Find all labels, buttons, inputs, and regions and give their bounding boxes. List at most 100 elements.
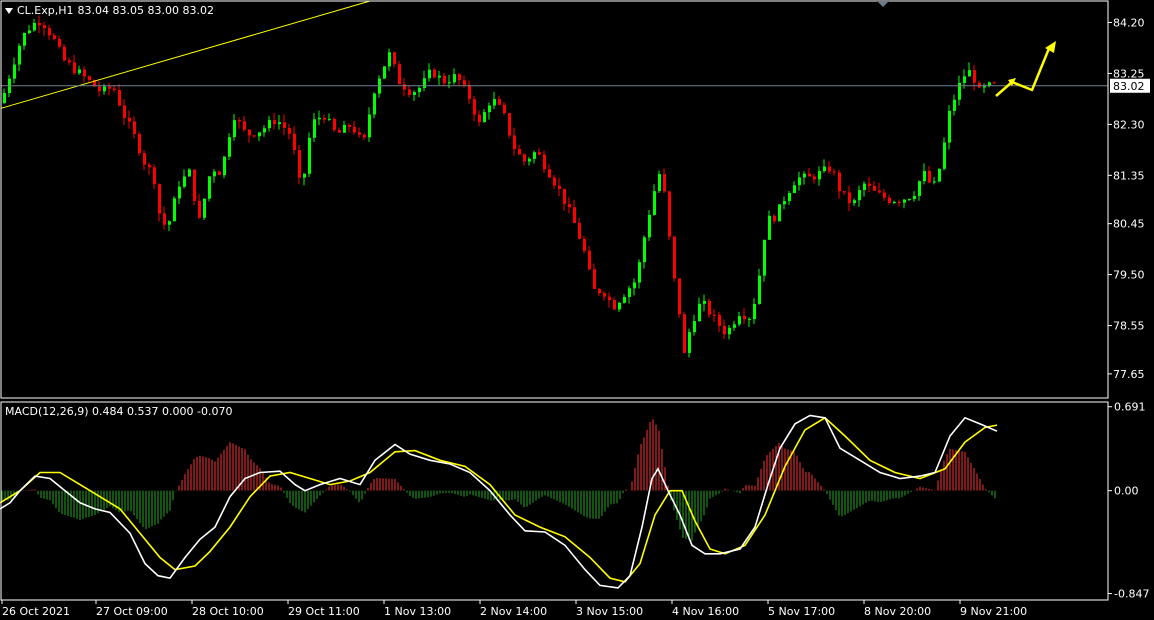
dropdown-triangle-icon[interactable] (5, 8, 13, 14)
candle-body[interactable] (103, 86, 106, 92)
candle-body[interactable] (823, 166, 826, 172)
candle-body[interactable] (803, 173, 806, 178)
candle-body[interactable] (28, 30, 31, 34)
candle-body[interactable] (403, 84, 406, 90)
candle-body[interactable] (223, 156, 226, 176)
candle-body[interactable] (718, 314, 721, 326)
candle-body[interactable] (463, 80, 466, 85)
candle-body[interactable] (33, 22, 36, 31)
candle-body[interactable] (518, 148, 521, 155)
candle-body[interactable] (163, 213, 166, 225)
candle-body[interactable] (413, 92, 416, 95)
candle-body[interactable] (208, 176, 211, 199)
candle-body[interactable] (258, 132, 261, 137)
candle-body[interactable] (118, 89, 121, 106)
candle-body[interactable] (668, 191, 671, 237)
candle-body[interactable] (883, 192, 886, 198)
candle-body[interactable] (493, 99, 496, 106)
candle-body[interactable] (273, 120, 276, 125)
candle-body[interactable] (298, 150, 301, 178)
candle-body[interactable] (783, 201, 786, 205)
candle-body[interactable] (798, 177, 801, 186)
candle-body[interactable] (543, 154, 546, 170)
candle-body[interactable] (768, 215, 771, 240)
candle-body[interactable] (308, 137, 311, 174)
candle-body[interactable] (673, 236, 676, 279)
candle-body[interactable] (83, 69, 86, 77)
candle-body[interactable] (453, 74, 456, 83)
candle-body[interactable] (683, 314, 686, 353)
candle-body[interactable] (428, 69, 431, 79)
candle-body[interactable] (363, 134, 366, 138)
candle-body[interactable] (408, 89, 411, 95)
candle-body[interactable] (878, 190, 881, 193)
candle-body[interactable] (528, 158, 531, 162)
candle-body[interactable] (348, 124, 351, 127)
candle-body[interactable] (833, 171, 836, 173)
candle-body[interactable] (128, 117, 131, 122)
candle-body[interactable] (503, 104, 506, 114)
candle-body[interactable] (923, 170, 926, 182)
candle-body[interactable] (468, 84, 471, 100)
candle-body[interactable] (3, 92, 6, 103)
candle-body[interactable] (338, 130, 341, 133)
candle-body[interactable] (578, 222, 581, 239)
candle-body[interactable] (708, 300, 711, 315)
candle-body[interactable] (513, 135, 516, 149)
candle-body[interactable] (763, 239, 766, 276)
candle-body[interactable] (873, 185, 876, 191)
candle-body[interactable] (933, 181, 936, 183)
candle-body[interactable] (53, 35, 56, 40)
candle-body[interactable] (68, 60, 71, 63)
candle-body[interactable] (678, 278, 681, 315)
candle-body[interactable] (133, 121, 136, 134)
candle-body[interactable] (23, 33, 26, 46)
candle-body[interactable] (948, 110, 951, 143)
candle-body[interactable] (593, 269, 596, 289)
candle-body[interactable] (848, 192, 851, 204)
candle-body[interactable] (728, 327, 731, 335)
candle-body[interactable] (353, 126, 356, 133)
candle-body[interactable] (583, 238, 586, 251)
candle-body[interactable] (693, 321, 696, 333)
candle-body[interactable] (168, 221, 171, 225)
candle-body[interactable] (108, 86, 111, 89)
candle-body[interactable] (433, 69, 436, 78)
candle-body[interactable] (548, 169, 551, 178)
candle-body[interactable] (143, 153, 146, 165)
candle-body[interactable] (928, 170, 931, 183)
candle-body[interactable] (393, 52, 396, 65)
candle-body[interactable] (813, 176, 816, 180)
candle-body[interactable] (828, 166, 831, 172)
candle-body[interactable] (213, 171, 216, 177)
candle-body[interactable] (888, 197, 891, 203)
candle-body[interactable] (573, 207, 576, 223)
candle-body[interactable] (243, 121, 246, 130)
candle-body[interactable] (498, 99, 501, 105)
candle-body[interactable] (688, 332, 691, 353)
candle-body[interactable] (238, 120, 241, 122)
candle-body[interactable] (293, 133, 296, 151)
candle-body[interactable] (218, 171, 221, 176)
candle-body[interactable] (973, 70, 976, 83)
candle-body[interactable] (188, 169, 191, 177)
candle-body[interactable] (713, 314, 716, 316)
candle-body[interactable] (643, 237, 646, 263)
candle-body[interactable] (13, 64, 16, 79)
candle-body[interactable] (388, 52, 391, 67)
candle-body[interactable] (843, 191, 846, 193)
candle-body[interactable] (808, 173, 811, 177)
candle-body[interactable] (533, 152, 536, 159)
candle-body[interactable] (318, 117, 321, 120)
candle-body[interactable] (73, 62, 76, 74)
candle-body[interactable] (203, 198, 206, 218)
candle-body[interactable] (418, 87, 421, 93)
candle-body[interactable] (333, 118, 336, 131)
candle-body[interactable] (343, 124, 346, 133)
candle-body[interactable] (863, 183, 866, 191)
candle-body[interactable] (173, 198, 176, 222)
candle-body[interactable] (598, 288, 601, 294)
candle-body[interactable] (458, 74, 461, 81)
candle-body[interactable] (183, 176, 186, 187)
candle-body[interactable] (48, 28, 51, 36)
